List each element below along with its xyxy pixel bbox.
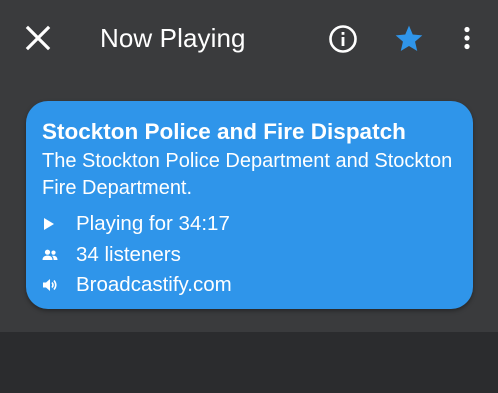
source-row: Broadcastify.com bbox=[42, 271, 232, 299]
page-title: Now Playing bbox=[100, 23, 246, 53]
star-icon bbox=[395, 25, 423, 51]
volume-icon bbox=[42, 278, 76, 292]
favorite-button[interactable] bbox=[387, 17, 431, 61]
feed-description: The Stockton Police Department and Stock… bbox=[42, 150, 453, 199]
listeners-row: 34 listeners bbox=[42, 241, 181, 269]
listeners-icon bbox=[42, 249, 76, 261]
feed-card[interactable]: Stockton Police and Fire Dispatch The St… bbox=[26, 101, 473, 309]
close-button[interactable] bbox=[18, 18, 58, 58]
content-area: Now Playing Stockton Police and Fire Dis… bbox=[0, 0, 498, 332]
close-icon bbox=[25, 25, 51, 51]
feed-title: Stockton Police and Fire Dispatch bbox=[42, 119, 406, 144]
info-icon bbox=[329, 25, 357, 53]
more-vert-icon bbox=[464, 26, 470, 50]
feed-source: Broadcastify.com bbox=[76, 273, 232, 296]
now-playing-screen: Now Playing Stockton Police and Fire Dis… bbox=[0, 0, 498, 393]
playing-row: Playing for 34:17 bbox=[42, 210, 230, 238]
playing-duration: Playing for 34:17 bbox=[76, 212, 230, 235]
more-options-button[interactable] bbox=[452, 18, 482, 58]
toolbar: Now Playing bbox=[0, 0, 498, 76]
play-icon bbox=[42, 217, 76, 231]
listener-count: 34 listeners bbox=[76, 243, 181, 266]
info-button[interactable] bbox=[322, 18, 364, 60]
